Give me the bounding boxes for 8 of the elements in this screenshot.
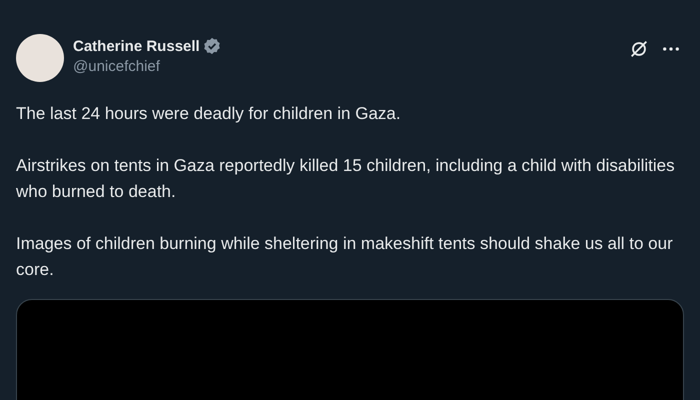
more-icon[interactable] xyxy=(662,46,680,52)
tweet-text: The last 24 hours were deadly for children in Gaza. xyxy=(16,103,402,125)
tweet-text: Airstrikes on tents in Gaza reportedly killed 15 children, including a child with disabilities who burned to death. xyxy=(16,155,676,203)
slashed-circle-icon[interactable] xyxy=(628,38,650,60)
avatar[interactable] xyxy=(16,34,64,82)
author-name[interactable]: Catherine Russell xyxy=(73,38,200,54)
tweet-text: Images of children burning while sheltering in makeshift tents should shake us all to our core. xyxy=(16,233,674,281)
author-handle[interactable]: @unicefchief xyxy=(73,58,221,75)
